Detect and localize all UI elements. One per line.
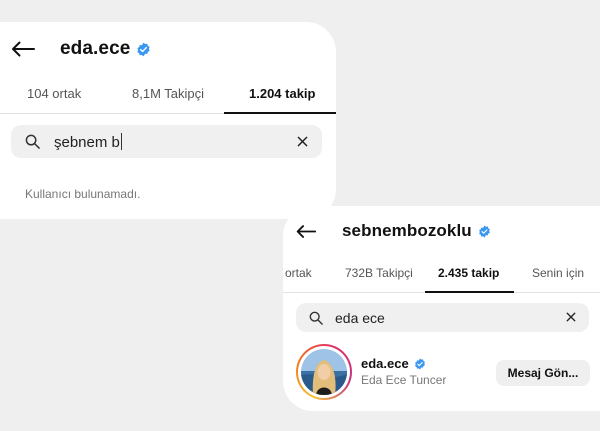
tab-mutual[interactable]: ortak — [285, 253, 312, 293]
search-icon — [309, 311, 323, 325]
result-full-name: Eda Ece Tuncer — [361, 373, 447, 387]
verified-badge-icon — [414, 358, 425, 369]
clear-icon[interactable] — [566, 312, 576, 322]
search-bar[interactable]: şebnem b — [11, 125, 322, 158]
no-results-message: Kullanıcı bulunamadı. — [25, 187, 141, 201]
profile-header: eda.ece — [11, 38, 151, 60]
profile-username: sebnembozoklu — [342, 221, 472, 240]
verified-badge-icon — [137, 42, 151, 56]
tab-following[interactable]: 1.204 takip — [249, 74, 316, 114]
follow-tabs: 104 ortak 8,1M Takipçi 1.204 takip — [0, 74, 336, 114]
search-icon — [25, 134, 40, 149]
search-input[interactable]: eda ece — [335, 310, 385, 326]
avatar[interactable] — [296, 344, 352, 400]
search-input[interactable]: şebnem b — [54, 132, 122, 151]
result-username: eda.ece — [361, 356, 409, 371]
active-tab-indicator — [425, 291, 514, 293]
tab-followers[interactable]: 8,1M Takipçi — [132, 74, 204, 114]
active-tab-indicator — [224, 112, 336, 114]
profile-username: eda.ece — [60, 38, 131, 59]
profile-header: sebnembozoklu — [296, 221, 491, 241]
tab-for-you[interactable]: Senin için — [532, 253, 584, 293]
avatar-photo — [301, 349, 347, 395]
verified-badge-icon — [478, 225, 490, 237]
tab-following[interactable]: 2.435 takip — [438, 253, 499, 293]
following-card-sebnembozoklu: sebnembozoklu ortak 732B Takipçi 2.435 t… — [283, 206, 600, 411]
tab-followers[interactable]: 732B Takipçi — [345, 253, 413, 293]
clear-icon[interactable] — [297, 136, 308, 147]
message-button[interactable]: Mesaj Gön... — [496, 360, 590, 386]
back-arrow-icon[interactable] — [296, 224, 316, 239]
back-arrow-icon[interactable] — [11, 41, 35, 57]
search-bar[interactable]: eda ece — [296, 303, 589, 332]
following-card-eda-ece: eda.ece 104 ortak 8,1M Takipçi 1.204 tak… — [0, 22, 336, 219]
tab-mutual[interactable]: 104 ortak — [27, 74, 81, 114]
search-input-value: şebnem b — [54, 133, 120, 151]
follow-tabs: ortak 732B Takipçi 2.435 takip Senin içi… — [283, 253, 600, 293]
text-caret — [120, 132, 122, 150]
